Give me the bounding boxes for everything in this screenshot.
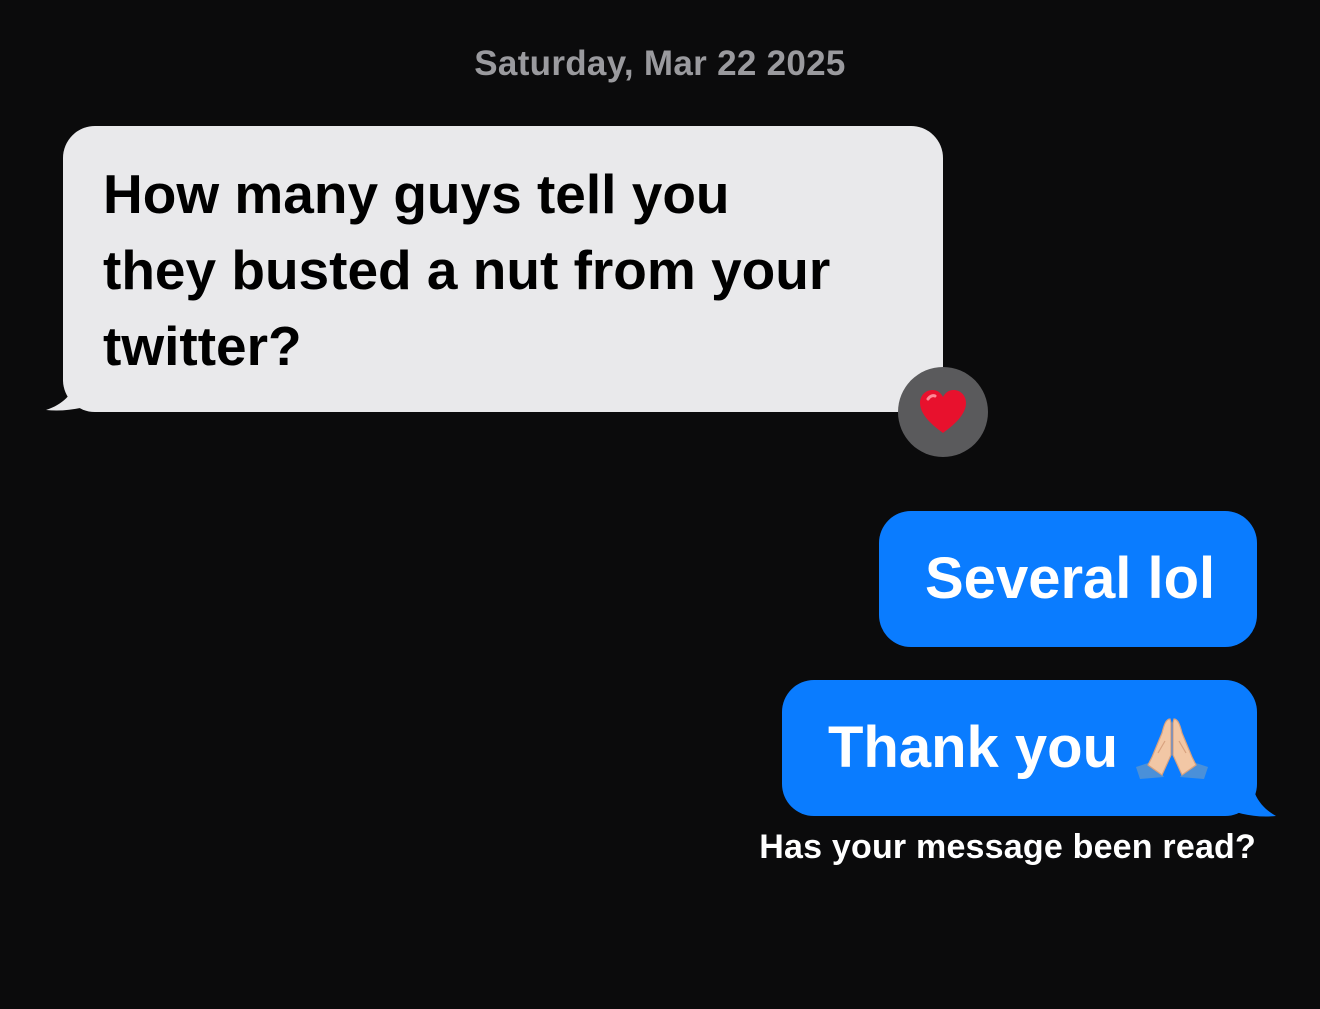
folded-hands-icon [1136,718,1209,779]
outgoing-message-text: Several lol [925,546,1216,611]
reaction-badge[interactable] [898,367,988,457]
conversation-timestamp: Saturday, Mar 22 2025 [474,44,846,83]
incoming-message-line: How many guys tell you [103,163,730,225]
outgoing-message-bubble[interactable]: Several lol [879,511,1257,647]
heart-icon [920,390,966,433]
incoming-message-bubble[interactable]: How many guys tell you they busted a nut… [63,126,943,412]
incoming-message-line: twitter? [103,315,302,377]
overlay-caption: Has your message been read? [759,828,1256,866]
incoming-message-line: they busted a nut from your [103,239,831,301]
outgoing-message-bubble[interactable]: Thank you [782,680,1257,816]
outgoing-message-text: Thank you [828,715,1119,780]
